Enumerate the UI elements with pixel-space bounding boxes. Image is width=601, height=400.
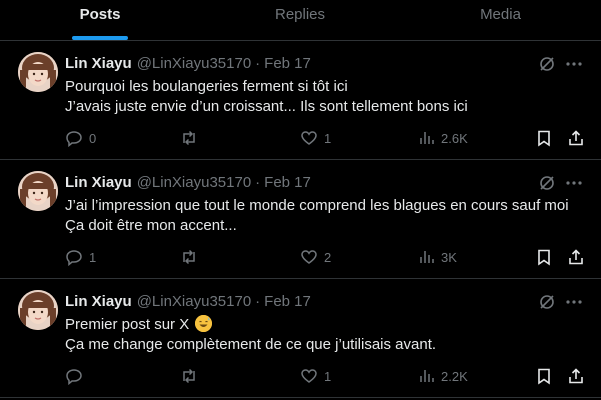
like-count: 2 (324, 249, 332, 265)
share-icon (569, 249, 583, 265)
tweet-text: Premier post sur X Ça me change complète… (65, 315, 590, 355)
author-handle[interactable]: @LinXiayu35170 (137, 174, 251, 191)
tweet[interactable]: Lin Xiayu @LinXiayu35170 · Feb 17 Premie… (0, 279, 601, 398)
reply-icon (66, 131, 82, 147)
tweet-text: J’ai l’impression que tout le monde comp… (65, 196, 590, 236)
share-button[interactable] (567, 366, 585, 386)
profile-tabs: Posts Replies Media (0, 0, 601, 41)
avatar[interactable] (18, 171, 58, 211)
views-button[interactable]: 2.2K (417, 366, 468, 386)
grok-icon (540, 57, 554, 71)
like-button[interactable]: 2 (300, 247, 331, 267)
views-icon (420, 132, 434, 144)
more-icon (566, 300, 582, 304)
retweet-icon (183, 368, 195, 384)
share-button[interactable] (567, 247, 585, 267)
reply-button[interactable]: 1 (65, 247, 96, 267)
reply-count: 0 (89, 130, 97, 146)
like-button[interactable]: 1 (300, 366, 331, 386)
more-button[interactable] (563, 53, 585, 75)
author-name[interactable]: Lin Xiayu (65, 293, 132, 310)
reply-icon (66, 250, 82, 266)
heart-icon (301, 369, 317, 383)
tweet-line: Ça doit être mon accent... (65, 217, 237, 234)
more-icon (566, 181, 582, 185)
tweet-date[interactable]: Feb 17 (264, 55, 311, 72)
like-count: 1 (324, 368, 332, 384)
bookmark-icon (538, 368, 550, 385)
reply-button[interactable] (65, 366, 89, 386)
views-count: 3K (441, 249, 457, 265)
retweet-button[interactable] (180, 247, 204, 267)
tab-media[interactable]: Media (400, 0, 601, 41)
bookmark-button[interactable] (535, 128, 553, 148)
tweet[interactable]: Lin Xiayu @LinXiayu35170 · Feb 17 Pourqu… (0, 41, 601, 160)
reply-button[interactable]: 0 (65, 128, 96, 148)
retweet-icon (183, 249, 195, 265)
tweet-actions: 1 2 3K (65, 247, 585, 267)
grinning-sweat-emoji (195, 315, 213, 332)
tweet-line: Premier post sur X (65, 315, 590, 335)
tweet-date[interactable]: Feb 17 (264, 293, 311, 310)
active-tab-indicator (72, 36, 128, 40)
more-button[interactable] (563, 172, 585, 194)
grok-icon (540, 176, 554, 190)
tweet[interactable]: Lin Xiayu @LinXiayu35170 · Feb 17 J’ai l… (0, 160, 601, 279)
separator-dot: · (255, 173, 261, 191)
share-icon (569, 130, 583, 146)
more-button[interactable] (563, 291, 585, 313)
reply-icon (66, 369, 82, 385)
tweet-actions: 1 2.2K (65, 366, 585, 386)
tweet-header: Lin Xiayu @LinXiayu35170 · Feb 17 (65, 54, 311, 72)
views-icon (420, 251, 434, 263)
author-handle[interactable]: @LinXiayu35170 (137, 55, 251, 72)
retweet-button[interactable] (180, 128, 204, 148)
share-button[interactable] (567, 128, 585, 148)
views-button[interactable]: 2.6K (417, 128, 468, 148)
grok-icon (540, 295, 554, 309)
retweet-button[interactable] (180, 366, 204, 386)
avatar[interactable] (18, 52, 58, 92)
views-icon (420, 370, 434, 382)
views-count: 2.2K (441, 368, 468, 384)
bookmark-icon (538, 130, 550, 147)
tab-replies[interactable]: Replies (200, 0, 400, 41)
grok-button[interactable] (536, 172, 558, 194)
tweet-header: Lin Xiayu @LinXiayu35170 · Feb 17 (65, 292, 311, 310)
author-handle[interactable]: @LinXiayu35170 (137, 293, 251, 310)
bookmark-button[interactable] (535, 366, 553, 386)
heart-icon (301, 131, 317, 145)
separator-dot: · (255, 292, 261, 310)
reply-count: 1 (89, 249, 97, 265)
views-count: 2.6K (441, 130, 468, 146)
retweet-icon (183, 130, 195, 146)
grok-button[interactable] (536, 291, 558, 313)
bookmark-icon (538, 249, 550, 266)
tab-posts[interactable]: Posts (0, 0, 200, 41)
grok-button[interactable] (536, 53, 558, 75)
more-icon (566, 62, 582, 66)
avatar[interactable] (18, 290, 58, 330)
views-button[interactable]: 3K (417, 247, 457, 267)
tweet-line: J’ai l’impression que tout le monde comp… (65, 197, 569, 214)
like-button[interactable]: 1 (300, 128, 331, 148)
tweet-line: Ça me change complètement de ce que j’ut… (65, 336, 437, 353)
tweet-line: J’avais juste envie d’un croissant... Il… (65, 98, 468, 115)
tweet-text: Pourquoi les boulangeries ferment si tôt… (65, 77, 590, 117)
author-name[interactable]: Lin Xiayu (65, 55, 132, 72)
tweet-date[interactable]: Feb 17 (264, 174, 311, 191)
bookmark-button[interactable] (535, 247, 553, 267)
tweet-line-text: Premier post sur X (65, 316, 190, 333)
author-name[interactable]: Lin Xiayu (65, 174, 132, 191)
share-icon (569, 368, 583, 384)
tweet-line: Pourquoi les boulangeries ferment si tôt… (65, 78, 348, 95)
separator-dot: · (255, 54, 261, 72)
like-count: 1 (324, 130, 332, 146)
heart-icon (301, 250, 317, 264)
tweet-actions: 0 1 2.6K (65, 128, 585, 148)
tweet-header: Lin Xiayu @LinXiayu35170 · Feb 17 (65, 173, 311, 191)
